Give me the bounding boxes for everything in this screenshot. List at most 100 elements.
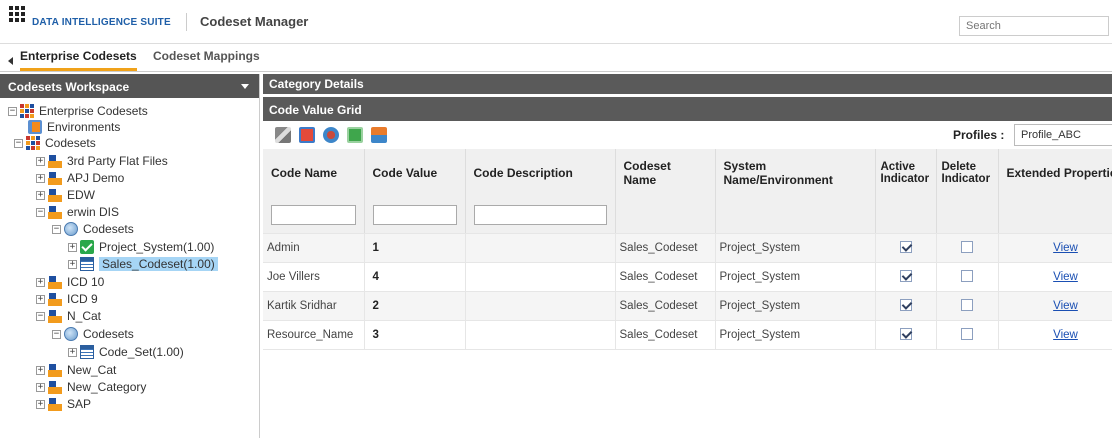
active-indicator-checkbox[interactable]: [899, 328, 912, 341]
expand-icon[interactable]: +: [36, 173, 45, 183]
delete-indicator-checkbox[interactable]: [961, 241, 973, 254]
tree-node[interactable]: − N_Cat: [36, 308, 101, 324]
column-header-code-name[interactable]: Code Name: [263, 149, 365, 197]
import-icon[interactable]: [371, 127, 387, 143]
delete-indicator-checkbox[interactable]: [961, 270, 973, 283]
tree-node[interactable]: − Codesets: [14, 135, 96, 151]
view-link[interactable]: View: [1053, 329, 1078, 341]
code-name-filter-input[interactable]: [271, 204, 356, 225]
tree-node[interactable]: + EDW: [36, 187, 95, 203]
top-bar: DATA INTELLIGENCE SUITE Codeset Manager: [0, 0, 1112, 44]
expand-icon[interactable]: +: [36, 382, 45, 392]
tree-node[interactable]: + ICD 9: [36, 291, 98, 307]
collapse-icon[interactable]: −: [52, 329, 61, 339]
column-header-active-indicator[interactable]: Active Indicator: [875, 149, 937, 197]
filter-cell: [364, 197, 466, 234]
category-folder-icon: [48, 205, 62, 219]
table-row[interactable]: Resource_Name 3 Sales_Codeset Project_Syste…: [263, 320, 1112, 350]
tree-node[interactable]: − Enterprise Codesets: [8, 103, 148, 119]
tree-node[interactable]: + SAP: [36, 396, 91, 412]
view-link[interactable]: View: [1053, 242, 1078, 254]
tree-node-label: N_Cat: [67, 309, 102, 323]
expand-icon[interactable]: +: [36, 399, 45, 409]
workspace-menu-caret-icon[interactable]: [241, 84, 249, 89]
expand-icon[interactable]: +: [68, 242, 77, 252]
app-launcher-icon[interactable]: [9, 6, 27, 22]
tree-node[interactable]: + New_Category: [36, 379, 146, 395]
code-name-cell: Kartik Sridhar: [263, 291, 365, 321]
tree-node[interactable]: − erwin DIS: [36, 204, 119, 220]
expand-icon[interactable]: +: [68, 259, 77, 269]
extended-properties-cell: View: [998, 262, 1112, 292]
tab-codeset-mappings[interactable]: Codeset Mappings: [153, 49, 260, 63]
collapse-icon[interactable]: −: [36, 207, 45, 217]
extended-properties-cell: View: [998, 233, 1112, 263]
edit-icon[interactable]: [275, 127, 291, 143]
tree-node[interactable]: +3rd Party Flat Files: [36, 153, 168, 169]
tab-enterprise-codesets[interactable]: Enterprise Codesets: [20, 49, 137, 71]
collapse-icon[interactable]: −: [14, 138, 23, 148]
delete-indicator-cell: [936, 291, 999, 321]
code-name-cell: Joe Villers: [263, 262, 365, 292]
column-header-extended-properties[interactable]: Extended Properties: [998, 149, 1112, 197]
check-icon: [80, 240, 94, 254]
tree-node-label: APJ Demo: [67, 171, 125, 185]
expand-icon[interactable]: +: [36, 294, 45, 304]
code-description-filter-input[interactable]: [473, 204, 607, 225]
table-row[interactable]: Joe Villers 4 Sales_Codeset Project_System V…: [263, 262, 1112, 292]
collapse-icon[interactable]: −: [52, 224, 61, 234]
expand-icon[interactable]: +: [36, 277, 45, 287]
delete-indicator-checkbox[interactable]: [961, 328, 973, 341]
tree-node[interactable]: + Code_Set(1.00): [68, 344, 184, 360]
sync-icon[interactable]: [323, 127, 339, 143]
table-row[interactable]: Admin 1 Sales_Codeset Project_System View: [263, 233, 1112, 263]
tree-node[interactable]: − Codesets: [52, 326, 134, 342]
category-details-bar[interactable]: Category Details: [263, 74, 1112, 94]
grid-toolbar: Profiles : Profile_ABC: [263, 121, 1112, 149]
view-link[interactable]: View: [1053, 300, 1078, 312]
code-value-filter-input[interactable]: [372, 204, 457, 225]
tree-node-label: 3rd Party Flat Files: [67, 154, 168, 168]
tree-node[interactable]: − Codesets: [52, 221, 134, 237]
export-icon[interactable]: [347, 127, 363, 143]
tree-node[interactable]: + APJ Demo: [36, 170, 124, 186]
tree-node[interactable]: + New_Cat: [36, 362, 116, 378]
filter-row: [263, 197, 1112, 234]
active-indicator-checkbox[interactable]: [899, 299, 912, 312]
codesets-grid-icon: [26, 136, 40, 150]
table-row[interactable]: Kartik Sridhar 2 Sales_Codeset Project_Syst…: [263, 291, 1112, 321]
filter-cell: [715, 197, 876, 234]
code-value-cell: 2: [364, 291, 466, 321]
active-indicator-cell: [875, 233, 937, 263]
expand-icon[interactable]: +: [36, 365, 45, 375]
view-link[interactable]: View: [1053, 271, 1078, 283]
expand-icon[interactable]: +: [68, 347, 77, 357]
tree-node[interactable]: + Project_System(1.00): [68, 239, 214, 255]
column-header-system-name[interactable]: System Name/Environment: [715, 149, 876, 197]
grid-body: Admin 1 Sales_Codeset Project_System View Joe…: [263, 233, 1112, 350]
active-indicator-checkbox[interactable]: [899, 241, 912, 254]
environment-icon: [28, 120, 42, 134]
profiles-select[interactable]: Profile_ABC: [1014, 124, 1112, 146]
category-folder-icon: [48, 292, 62, 306]
tree-node[interactable]: + ICD 10: [36, 274, 104, 290]
tree-node[interactable]: + Sales_Codeset(1.00): [68, 256, 218, 272]
column-header-code-description[interactable]: Code Description: [465, 149, 616, 197]
active-indicator-checkbox[interactable]: [899, 270, 912, 283]
collapse-icon[interactable]: −: [8, 106, 17, 116]
search-input[interactable]: [959, 16, 1109, 36]
expand-icon[interactable]: +: [36, 190, 45, 200]
expand-icon[interactable]: +: [36, 156, 45, 166]
tree-node-label: Codesets: [83, 222, 134, 236]
delete-indicator-checkbox[interactable]: [961, 299, 973, 312]
tree-node-label: Codesets: [45, 136, 96, 150]
table-icon: [80, 345, 94, 359]
column-header-delete-indicator[interactable]: Delete Indicator: [936, 149, 999, 197]
delete-icon[interactable]: [299, 127, 315, 143]
column-header-codeset-name[interactable]: Codeset Name: [615, 149, 716, 197]
tree-node[interactable]: Environments: [28, 119, 120, 135]
active-indicator-cell: [875, 262, 937, 292]
collapse-arrow-icon[interactable]: [8, 57, 13, 65]
column-header-code-value[interactable]: Code Value: [364, 149, 466, 197]
collapse-icon[interactable]: −: [36, 311, 45, 321]
